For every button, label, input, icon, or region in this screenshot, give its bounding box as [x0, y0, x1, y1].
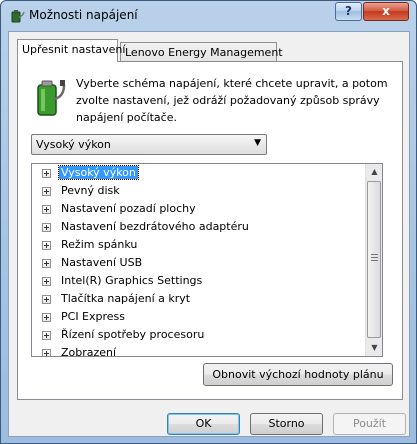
power-scheme-select[interactable]: Vysoký výkon ▼ — [31, 134, 267, 155]
restore-defaults-button[interactable]: Obnovit výchozí hodnoty plánu — [203, 363, 393, 386]
expand-icon[interactable] — [42, 223, 51, 232]
tree-item-usb[interactable]: Nastavení USB — [32, 255, 362, 273]
window-title: Možnosti napájení — [29, 8, 138, 22]
power-options-icon — [11, 10, 25, 23]
expand-icon[interactable] — [42, 241, 51, 250]
tree-item-label: Režim spánku — [61, 238, 138, 251]
tree-item-label: PCI Express — [61, 310, 126, 323]
tree-item-desktop-background[interactable]: Nastavení pozadí plochy — [32, 201, 362, 219]
tree-item-label: Vysoký výkon — [58, 165, 139, 180]
tree-item-scheme[interactable]: Vysoký výkon — [32, 165, 362, 183]
cancel-button[interactable]: Storno — [250, 413, 323, 435]
advanced-settings-panel: Vyberte schéma napájení, které chcete up… — [17, 61, 403, 400]
panel-description: Vyberte schéma napájení, které chcete up… — [76, 77, 388, 124]
tree-scrollbar[interactable]: ▲ ▼ — [365, 164, 382, 356]
scroll-up-icon[interactable]: ▲ — [367, 164, 382, 180]
tree-item-power-buttons-lid[interactable]: Tlačítka napájení a kryt — [32, 291, 362, 309]
apply-button[interactable]: Použít — [333, 413, 406, 435]
expand-icon[interactable] — [42, 295, 51, 304]
tree-item-intel-graphics[interactable]: Intel(R) Graphics Settings — [32, 273, 362, 291]
tree-item-label: Řízení spotřeby procesoru — [61, 328, 205, 341]
close-button[interactable]: x — [363, 2, 409, 21]
help-button[interactable]: ? — [335, 2, 362, 21]
grip-icon — [371, 254, 378, 261]
expand-icon[interactable] — [42, 205, 51, 214]
dialog-client-area: Upřesnit nastavení Lenovo Energy Managem… — [8, 31, 410, 437]
scrollbar-thumb[interactable] — [367, 181, 381, 338]
tree-item-display[interactable]: Zobrazení — [32, 345, 362, 357]
scroll-down-icon[interactable]: ▼ — [367, 340, 382, 356]
settings-tree[interactable]: Vysoký výkon Pevný disk Nastavení pozadí… — [31, 163, 383, 357]
tree-item-pci-express[interactable]: PCI Express — [32, 309, 362, 327]
tree-item-processor-power[interactable]: Řízení spotřeby procesoru — [32, 327, 362, 345]
tree-item-hard-disk[interactable]: Pevný disk — [32, 183, 362, 201]
ok-button[interactable]: OK — [167, 413, 240, 435]
battery-icon — [37, 80, 66, 116]
expand-icon[interactable] — [42, 313, 51, 322]
power-scheme-value: Vysoký výkon — [36, 138, 111, 151]
tree-item-label: Pevný disk — [61, 184, 120, 197]
tree-item-label: Zobrazení — [61, 346, 117, 357]
tab-advanced-settings[interactable]: Upřesnit nastavení — [17, 39, 125, 62]
tree-item-wireless-adapter[interactable]: Nastavení bezdrátového adaptéru — [32, 219, 362, 237]
tree-item-label: Nastavení pozadí plochy — [61, 202, 196, 215]
chevron-down-icon: ▼ — [254, 138, 261, 148]
tree-item-label: Nastavení USB — [61, 256, 143, 269]
expand-icon[interactable] — [42, 259, 51, 268]
expand-icon[interactable] — [42, 169, 51, 178]
tree-item-label: Intel(R) Graphics Settings — [61, 274, 203, 287]
expand-icon[interactable] — [42, 277, 51, 286]
tab-lenovo-energy-management[interactable]: Lenovo Energy Management — [120, 42, 283, 63]
expand-icon[interactable] — [42, 331, 51, 340]
tree-item-label: Nastavení bezdrátového adaptéru — [61, 220, 249, 233]
expand-icon[interactable] — [42, 349, 51, 356]
title-bar[interactable]: Možnosti napájení ? x — [1, 1, 416, 31]
tree-item-label: Tlačítka napájení a kryt — [61, 292, 191, 305]
power-options-window: Možnosti napájení ? x Upřesnit nastavení… — [0, 0, 417, 444]
tree-item-sleep[interactable]: Režim spánku — [32, 237, 362, 255]
expand-icon[interactable] — [42, 187, 51, 196]
